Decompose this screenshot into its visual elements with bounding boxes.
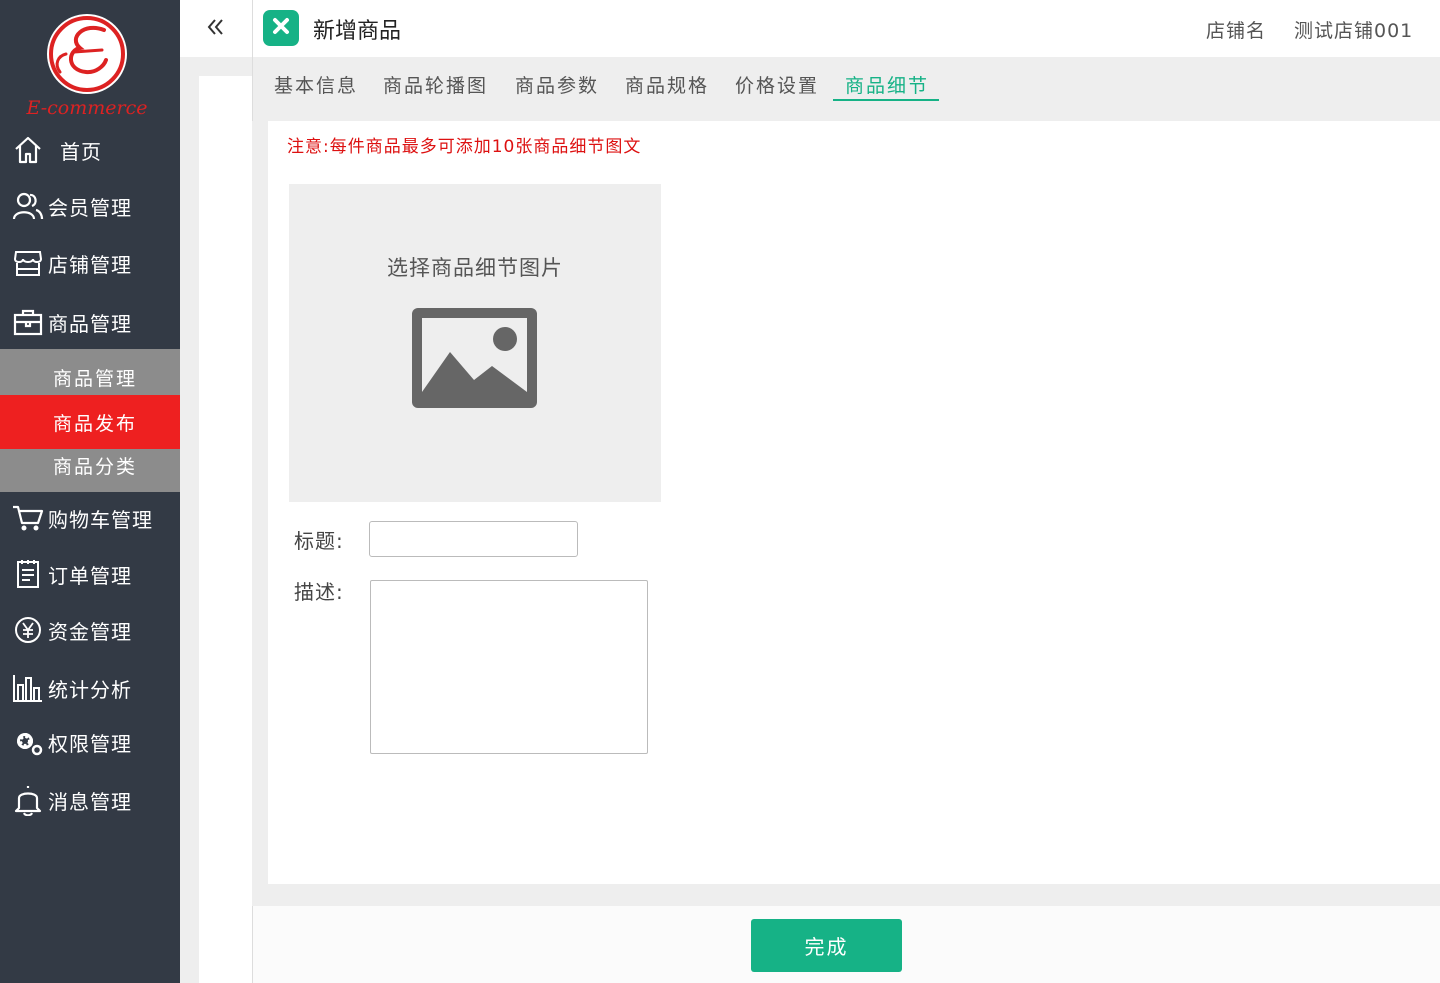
sidebar-item-funds[interactable]: 资金管理 xyxy=(0,607,180,653)
shop-name: 测试店铺001 xyxy=(1294,20,1414,42)
title-input[interactable] xyxy=(369,521,578,557)
tab-basic-info[interactable]: 基本信息 xyxy=(274,71,358,98)
left-panel-background xyxy=(199,76,252,983)
submenu-item-label: 商品分类 xyxy=(53,455,138,478)
sidebar-item-goods[interactable]: 商品管理 xyxy=(0,299,180,345)
sidebar-item-label: 店铺管理 xyxy=(48,252,132,277)
briefcase-icon xyxy=(10,304,46,340)
tab-bar: 基本信息 商品轮播图 商品参数 商品规格 价格设置 商品细节 xyxy=(252,57,1440,121)
goods-submenu: 商品管理 商品发布 商品分类 xyxy=(0,349,181,492)
collapse-sidebar-button[interactable] xyxy=(180,0,252,57)
users-icon xyxy=(10,188,46,224)
gear-icon xyxy=(10,724,46,760)
details-panel: 注意:每件商品最多可添加10张商品细节图文 选择商品细节图片 标题: 描述: xyxy=(268,121,1440,884)
ecommerce-logo: E-commerce xyxy=(26,14,148,119)
bell-icon xyxy=(10,782,46,818)
submenu-item-label: 商品发布 xyxy=(53,412,138,435)
home-icon xyxy=(10,132,46,168)
submenu-item-goods-manage[interactable]: 商品管理 xyxy=(0,354,181,400)
sidebar-item-home[interactable]: 首页 xyxy=(0,127,180,173)
sidebar-item-permissions[interactable]: 权限管理 xyxy=(0,719,180,765)
yen-icon xyxy=(10,612,46,648)
tab-specs[interactable]: 商品规格 xyxy=(625,71,709,98)
tab-parameters[interactable]: 商品参数 xyxy=(515,71,599,98)
sidebar-item-orders[interactable]: 订单管理 xyxy=(0,551,180,597)
page-title: 新增商品 xyxy=(313,19,402,44)
tab-carousel-images[interactable]: 商品轮播图 xyxy=(383,71,488,98)
sidebar-item-store[interactable]: 店铺管理 xyxy=(0,240,180,286)
logo: E-commerce xyxy=(24,8,150,120)
sidebar: E-commerce 首页 会员管理 店铺管理 商品管理 商品管理 商品发布 商… xyxy=(0,0,181,983)
notice-text: 注意:每件商品最多可添加10张商品细节图文 xyxy=(287,137,642,157)
sidebar-item-label: 资金管理 xyxy=(48,619,132,644)
active-tab-underline xyxy=(833,99,939,101)
store-icon xyxy=(10,245,46,281)
close-icon xyxy=(270,15,292,41)
sidebar-item-label: 订单管理 xyxy=(48,563,132,588)
sidebar-item-label: 会员管理 xyxy=(48,195,132,220)
description-textarea[interactable] xyxy=(370,580,648,754)
title-label: 标题: xyxy=(294,529,344,553)
sidebar-item-label: 统计分析 xyxy=(48,677,132,702)
header: 新增商品 店铺名 测试店铺001 xyxy=(252,0,1440,57)
double-chevron-left-icon xyxy=(206,17,226,41)
svg-text:E-commerce: E-commerce xyxy=(26,97,148,119)
image-placeholder-icon xyxy=(412,308,537,412)
sidebar-item-cart[interactable]: 购物车管理 xyxy=(0,495,180,541)
sidebar-item-label: 商品管理 xyxy=(48,311,132,336)
close-button[interactable] xyxy=(263,10,299,46)
image-upload-box[interactable]: 选择商品细节图片 xyxy=(289,184,661,502)
sidebar-item-label: 购物车管理 xyxy=(48,507,153,532)
submenu-item-label: 商品管理 xyxy=(53,367,138,390)
order-icon xyxy=(10,556,46,592)
sidebar-item-members[interactable]: 会员管理 xyxy=(0,183,180,229)
sidebar-item-label: 首页 xyxy=(60,139,102,164)
sidebar-item-stats[interactable]: 统计分析 xyxy=(0,665,180,711)
tab-price-settings[interactable]: 价格设置 xyxy=(735,71,819,98)
submenu-item-goods-category[interactable]: 商品分类 xyxy=(0,442,181,488)
footer: 完成 xyxy=(252,906,1440,983)
upload-label: 选择商品细节图片 xyxy=(387,256,563,280)
collapse-strip xyxy=(180,0,252,983)
submenu-item-goods-publish[interactable]: 商品发布 xyxy=(0,395,181,449)
sidebar-item-messages[interactable]: 消息管理 xyxy=(0,777,180,823)
done-button[interactable]: 完成 xyxy=(751,919,902,972)
sidebar-item-label: 权限管理 xyxy=(48,731,132,756)
tab-details[interactable]: 商品细节 xyxy=(845,71,929,98)
bar-chart-icon xyxy=(10,670,46,706)
cart-icon xyxy=(10,500,46,536)
shop-label: 店铺名 xyxy=(1206,20,1267,42)
description-label: 描述: xyxy=(294,580,344,604)
sidebar-item-label: 消息管理 xyxy=(48,789,132,814)
